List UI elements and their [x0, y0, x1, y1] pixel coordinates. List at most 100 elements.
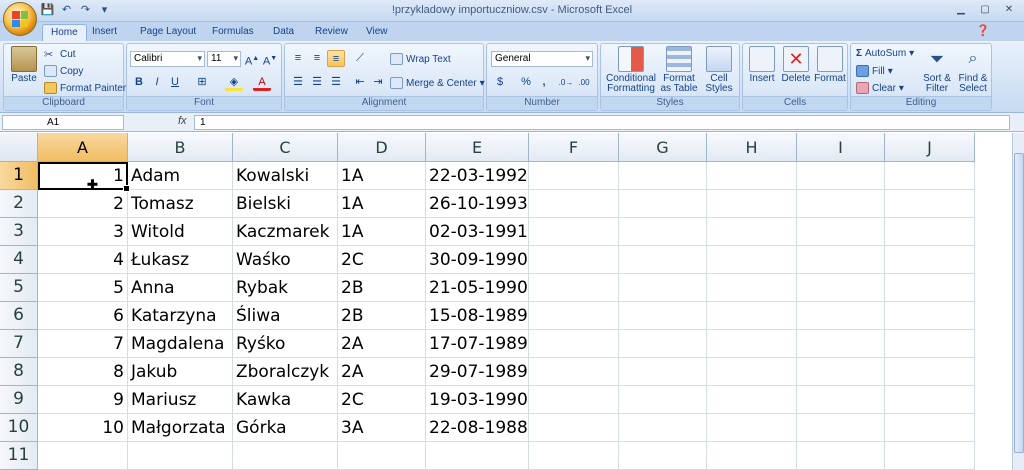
format-as-table-button[interactable]: Format as Table [659, 46, 699, 94]
underline-button[interactable]: U [166, 74, 184, 91]
cell-g11[interactable] [619, 442, 707, 470]
cell-e1[interactable]: 22-03-1992 [426, 162, 529, 190]
align-center-icon[interactable]: ☰ [308, 74, 326, 91]
cell-c11[interactable] [233, 442, 338, 470]
italic-button[interactable]: I [148, 74, 166, 91]
cell-e2[interactable]: 26-10-1993 [426, 190, 529, 218]
cell-f10[interactable] [529, 414, 619, 442]
decrease-indent-icon[interactable]: ⇤ [351, 74, 369, 91]
align-top-icon[interactable]: ≡ [289, 50, 307, 67]
conditional-formatting-button[interactable]: Conditional Formatting [603, 46, 659, 94]
cell-d5[interactable]: 2B [338, 274, 426, 302]
row-header-7[interactable]: 7 [0, 330, 38, 358]
increase-decimal-icon[interactable]: .0→ [557, 74, 575, 91]
font-size-combo[interactable]: 11 [207, 51, 241, 67]
cell-g1[interactable] [619, 162, 707, 190]
align-middle-icon[interactable]: ≡ [308, 50, 326, 67]
cell-d2[interactable]: 1A [338, 190, 426, 218]
cell-g4[interactable] [619, 246, 707, 274]
column-header-i[interactable]: I [797, 133, 885, 162]
cell-f9[interactable] [529, 386, 619, 414]
cut-button[interactable]: ✂ Cut [44, 48, 76, 62]
cell-a8[interactable]: 8 [38, 358, 128, 386]
cell-c7[interactable]: Ryśko [233, 330, 338, 358]
bold-button[interactable]: B [130, 74, 148, 91]
cell-i2[interactable] [797, 190, 885, 218]
cell-f1[interactable] [529, 162, 619, 190]
find-select-button[interactable]: ⌕ Find & Select [955, 46, 991, 94]
align-right-icon[interactable]: ☰ [327, 74, 345, 91]
shrink-font-icon[interactable]: A▼ [261, 50, 279, 68]
column-header-f[interactable]: F [529, 133, 619, 162]
column-header-e[interactable]: E [426, 133, 529, 162]
cell-d3[interactable]: 1A [338, 218, 426, 246]
cell-b2[interactable]: Tomasz [128, 190, 233, 218]
row-header-11[interactable]: 11 [0, 442, 38, 470]
cell-a9[interactable]: 9 [38, 386, 128, 414]
cell-j10[interactable] [885, 414, 975, 442]
font-color-icon[interactable]: A [253, 74, 271, 91]
cell-g6[interactable] [619, 302, 707, 330]
cell-i8[interactable] [797, 358, 885, 386]
cell-g8[interactable] [619, 358, 707, 386]
cell-j3[interactable] [885, 218, 975, 246]
grow-font-icon[interactable]: A▲ [243, 50, 261, 68]
row-header-5[interactable]: 5 [0, 274, 38, 302]
cell-f5[interactable] [529, 274, 619, 302]
row-header-2[interactable]: 2 [0, 190, 38, 218]
fill-button[interactable]: Fill ▾ [856, 65, 893, 77]
column-header-g[interactable]: G [619, 133, 707, 162]
format-painter-button[interactable]: Format Painter [44, 82, 126, 94]
cell-e11[interactable] [426, 442, 529, 470]
cell-c2[interactable]: Bielski [233, 190, 338, 218]
column-header-a[interactable]: A [38, 133, 128, 162]
orientation-icon[interactable]: ⟋ [351, 50, 369, 67]
cell-a10[interactable]: 10 [38, 414, 128, 442]
cell-g10[interactable] [619, 414, 707, 442]
office-button[interactable] [3, 2, 37, 36]
column-header-h[interactable]: H [707, 133, 797, 162]
cell-f6[interactable] [529, 302, 619, 330]
align-bottom-icon[interactable]: ≡ [327, 50, 345, 67]
tab-formulas[interactable]: Formulas [204, 24, 262, 41]
cell-b5[interactable]: Anna [128, 274, 233, 302]
tab-page-layout[interactable]: Page Layout [132, 24, 204, 41]
row-header-10[interactable]: 10 [0, 414, 38, 442]
copy-button[interactable]: Copy [44, 65, 83, 77]
cell-d9[interactable]: 2C [338, 386, 426, 414]
row-header-3[interactable]: 3 [0, 218, 38, 246]
cell-d10[interactable]: 3A [338, 414, 426, 442]
autosum-button[interactable]: Σ AutoSum ▾ [856, 48, 914, 59]
cell-h7[interactable] [707, 330, 797, 358]
cell-i6[interactable] [797, 302, 885, 330]
cell-h11[interactable] [707, 442, 797, 470]
cell-j9[interactable] [885, 386, 975, 414]
cell-i4[interactable] [797, 246, 885, 274]
cell-g7[interactable] [619, 330, 707, 358]
insert-function-icon[interactable]: fx [134, 115, 192, 130]
borders-icon[interactable]: ⊞ [193, 74, 211, 91]
cell-e5[interactable]: 21-05-1990 [426, 274, 529, 302]
cell-h9[interactable] [707, 386, 797, 414]
cell-j6[interactable] [885, 302, 975, 330]
cell-i11[interactable] [797, 442, 885, 470]
cell-i5[interactable] [797, 274, 885, 302]
cell-h4[interactable] [707, 246, 797, 274]
cell-e6[interactable]: 15-08-1989 [426, 302, 529, 330]
worksheet-grid[interactable]: A B C D E F G H I J 1 1 Adam Kowalski 1A 22-03-1992 2 2 To… [0, 133, 1024, 470]
cell-j7[interactable] [885, 330, 975, 358]
cell-e4[interactable]: 30-09-1990 [426, 246, 529, 274]
help-icon[interactable]: ❓ [976, 24, 990, 37]
sort-filter-button[interactable]: ⏷ Sort & Filter [919, 46, 955, 94]
cell-c6[interactable]: Śliwa [233, 302, 338, 330]
vertical-scrollbar[interactable] [1012, 133, 1024, 470]
comma-button[interactable]: , [535, 74, 553, 91]
cell-d7[interactable]: 2A [338, 330, 426, 358]
cell-f2[interactable] [529, 190, 619, 218]
cell-b9[interactable]: Mariusz [128, 386, 233, 414]
cell-c8[interactable]: Zboralczyk [233, 358, 338, 386]
cell-c1[interactable]: Kowalski [233, 162, 338, 190]
cell-h10[interactable] [707, 414, 797, 442]
clear-button[interactable]: Clear ▾ [856, 82, 904, 94]
cell-g3[interactable] [619, 218, 707, 246]
